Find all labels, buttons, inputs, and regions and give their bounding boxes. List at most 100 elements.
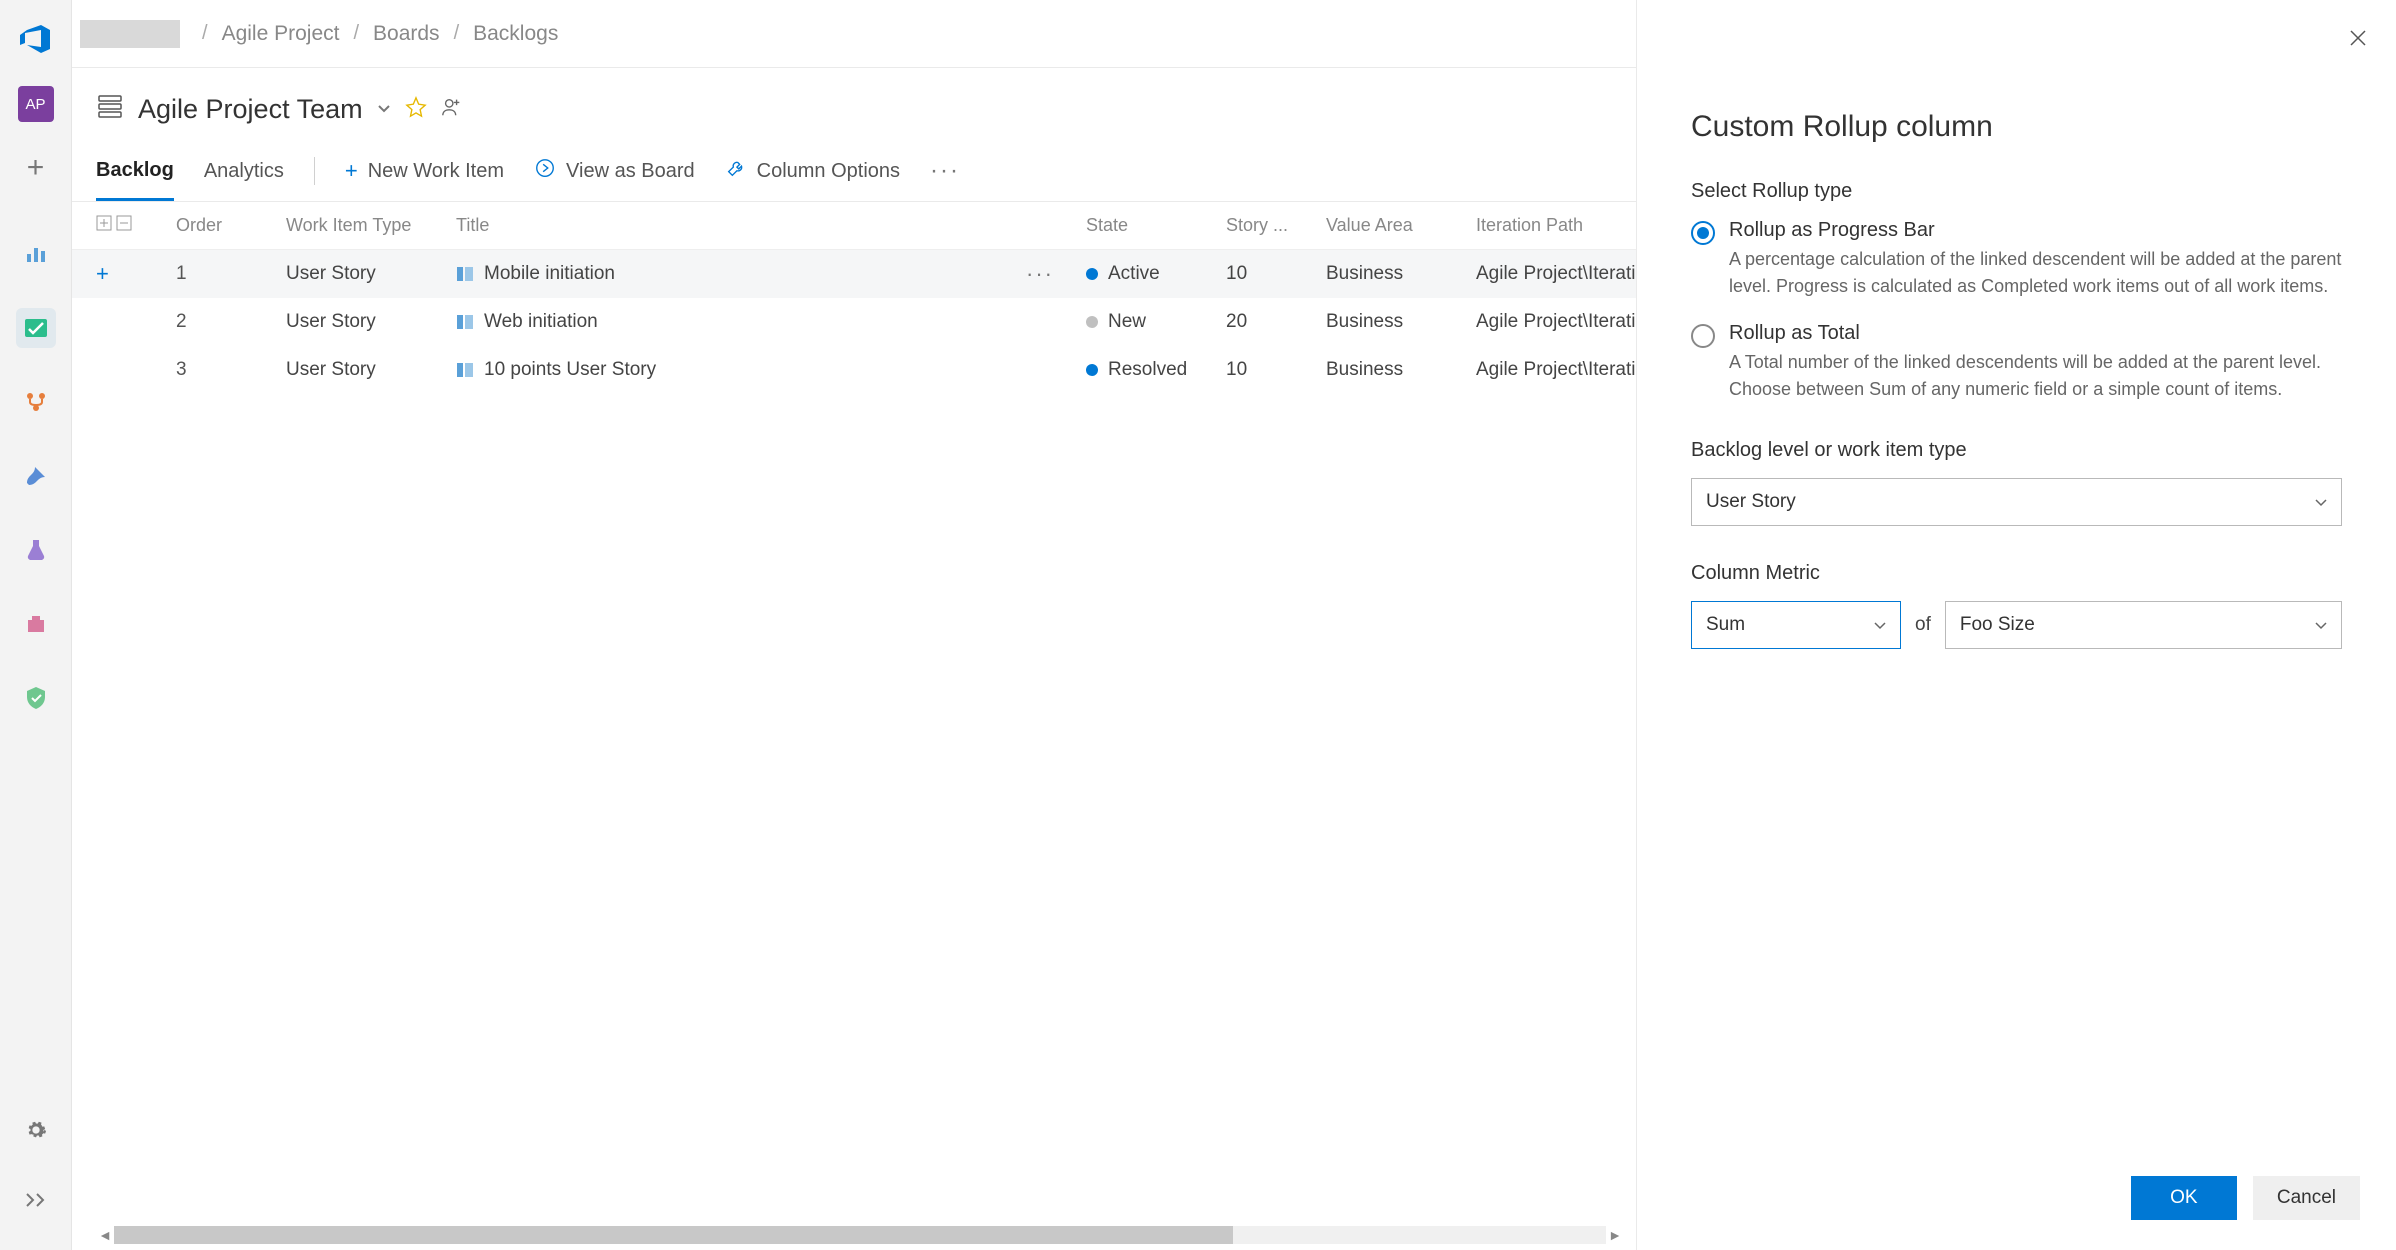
nav-pipelines-icon[interactable] xyxy=(16,456,56,496)
nav-boards-icon[interactable] xyxy=(16,308,56,348)
org-placeholder[interactable] xyxy=(80,20,180,48)
row-type: User Story xyxy=(286,263,456,285)
row-iteration-path: Agile Project\Iteration xyxy=(1476,263,1636,285)
row-value-area: Business xyxy=(1326,311,1476,333)
chevron-down-icon xyxy=(2315,617,2327,633)
row-type: User Story xyxy=(286,359,456,381)
new-work-item-label: New Work Item xyxy=(368,160,504,183)
state-dot-icon xyxy=(1086,268,1098,280)
breadcrumb-sep: / xyxy=(454,22,460,45)
collapse-all-icon[interactable] xyxy=(116,215,132,236)
row-order: 3 xyxy=(176,359,286,381)
radio-total[interactable]: Rollup as Total A Total number of the li… xyxy=(1691,322,2342,403)
row-title[interactable]: 10 points User Story xyxy=(484,359,656,381)
metric-field-select[interactable]: Foo Size xyxy=(1945,601,2342,649)
metric-aggregation-select[interactable]: Sum xyxy=(1691,601,1901,649)
column-metric-label: Column Metric xyxy=(1691,562,2342,585)
table-row[interactable]: 2User Story Web initiation New20BusinessAg… xyxy=(72,298,1636,346)
azure-devops-logo[interactable] xyxy=(16,18,56,58)
add-child-icon[interactable]: + xyxy=(96,261,109,286)
col-value-area[interactable]: Value Area xyxy=(1326,215,1476,236)
col-story-points[interactable]: Story ... xyxy=(1226,215,1326,236)
row-actions-icon[interactable]: ··· xyxy=(1026,261,1054,286)
col-title[interactable]: Title xyxy=(456,215,1026,236)
column-options-label: Column Options xyxy=(757,160,900,183)
col-work-item-type[interactable]: Work Item Type xyxy=(286,215,456,236)
ok-button[interactable]: OK xyxy=(2131,1176,2237,1220)
breadcrumb-boards[interactable]: Boards xyxy=(373,22,440,46)
user-story-icon xyxy=(456,265,474,283)
column-options-button[interactable]: Column Options xyxy=(725,157,900,201)
row-value-area: Business xyxy=(1326,359,1476,381)
favorite-star-icon[interactable] xyxy=(405,96,427,124)
row-iteration-path: Agile Project\Iteration xyxy=(1476,311,1636,333)
row-state: Active xyxy=(1086,263,1226,285)
metric-of-label: of xyxy=(1915,614,1931,636)
row-order: 2 xyxy=(176,311,286,333)
breadcrumb-backlogs[interactable]: Backlogs xyxy=(473,22,558,46)
scroll-right-icon[interactable]: ► xyxy=(1606,1226,1624,1244)
new-work-item-button[interactable]: + New Work Item xyxy=(345,158,504,200)
radio-total-desc: A Total number of the linked descendents… xyxy=(1729,349,2342,403)
col-iteration-path[interactable]: Iteration Path xyxy=(1476,215,1636,236)
board-toggle-icon xyxy=(534,157,556,185)
radio-progress-desc: A percentage calculation of the linked d… xyxy=(1729,246,2342,300)
metric-field-value: Foo Size xyxy=(1960,614,2035,636)
nav-overview-icon[interactable] xyxy=(16,234,56,274)
settings-icon[interactable] xyxy=(16,1110,56,1150)
scroll-left-icon[interactable]: ◄ xyxy=(96,1226,114,1244)
nav-repos-icon[interactable] xyxy=(16,382,56,422)
row-type: User Story xyxy=(286,311,456,333)
tab-backlog[interactable]: Backlog xyxy=(96,159,174,201)
team-name[interactable]: Agile Project Team xyxy=(138,94,363,125)
col-order[interactable]: Order xyxy=(176,215,286,236)
team-members-icon[interactable] xyxy=(441,96,463,124)
table-row[interactable]: 3User Story10 points User StoryResolved1… xyxy=(72,346,1636,394)
radio-unchecked-icon xyxy=(1691,324,1715,348)
team-dropdown-icon[interactable] xyxy=(377,101,391,119)
panel-title: Custom Rollup column xyxy=(1691,110,2342,144)
new-project-button[interactable]: + xyxy=(18,150,54,186)
project-badge[interactable]: AP xyxy=(18,86,54,122)
chevron-down-icon xyxy=(2315,494,2327,510)
wrench-icon xyxy=(725,157,747,185)
more-actions-icon[interactable]: ··· xyxy=(930,157,960,201)
user-story-icon xyxy=(456,313,474,331)
cancel-button[interactable]: Cancel xyxy=(2253,1176,2360,1220)
row-state: New xyxy=(1086,311,1226,333)
plus-icon: + xyxy=(345,158,358,184)
close-panel-icon[interactable] xyxy=(2348,24,2368,55)
radio-checked-icon xyxy=(1691,221,1715,245)
table-header: Order Work Item Type Title State Story .… xyxy=(72,202,1636,250)
radio-total-title: Rollup as Total xyxy=(1729,322,2342,345)
row-value-area: Business xyxy=(1326,263,1476,285)
tab-divider xyxy=(314,157,315,185)
tab-analytics[interactable]: Analytics xyxy=(204,160,284,199)
metric-agg-value: Sum xyxy=(1706,614,1745,636)
custom-rollup-panel: Custom Rollup column Select Rollup type … xyxy=(1636,0,2396,1250)
expand-sidebar-icon[interactable] xyxy=(16,1180,56,1220)
row-story-points: 10 xyxy=(1226,359,1326,381)
nav-compliance-icon[interactable] xyxy=(16,678,56,718)
radio-progress-title: Rollup as Progress Bar xyxy=(1729,219,2342,242)
row-title[interactable]: Web initiation xyxy=(484,311,598,333)
view-as-board-label: View as Board xyxy=(566,160,695,183)
backlog-level-value: User Story xyxy=(1706,491,1796,513)
radio-progress-bar[interactable]: Rollup as Progress Bar A percentage calc… xyxy=(1691,219,2342,300)
table-row[interactable]: +1User StoryMobile initiation···Active10… xyxy=(72,250,1636,298)
user-story-icon xyxy=(456,361,474,379)
row-title[interactable]: Mobile initiation xyxy=(484,263,615,285)
backlog-level-select[interactable]: User Story xyxy=(1691,478,2342,526)
row-story-points: 20 xyxy=(1226,311,1326,333)
row-story-points: 10 xyxy=(1226,263,1326,285)
nav-artifacts-icon[interactable] xyxy=(16,604,56,644)
view-as-board-button[interactable]: View as Board xyxy=(534,157,695,201)
breadcrumb-project[interactable]: Agile Project xyxy=(222,22,340,46)
scrollbar-thumb[interactable] xyxy=(114,1226,1233,1244)
backlog-level-label: Backlog level or work item type xyxy=(1691,439,2342,462)
expand-all-icon[interactable] xyxy=(96,215,112,236)
col-state[interactable]: State xyxy=(1086,215,1226,236)
nav-testplans-icon[interactable] xyxy=(16,530,56,570)
chevron-down-icon xyxy=(1874,617,1886,633)
horizontal-scrollbar[interactable]: ◄ ► xyxy=(96,1226,1624,1244)
